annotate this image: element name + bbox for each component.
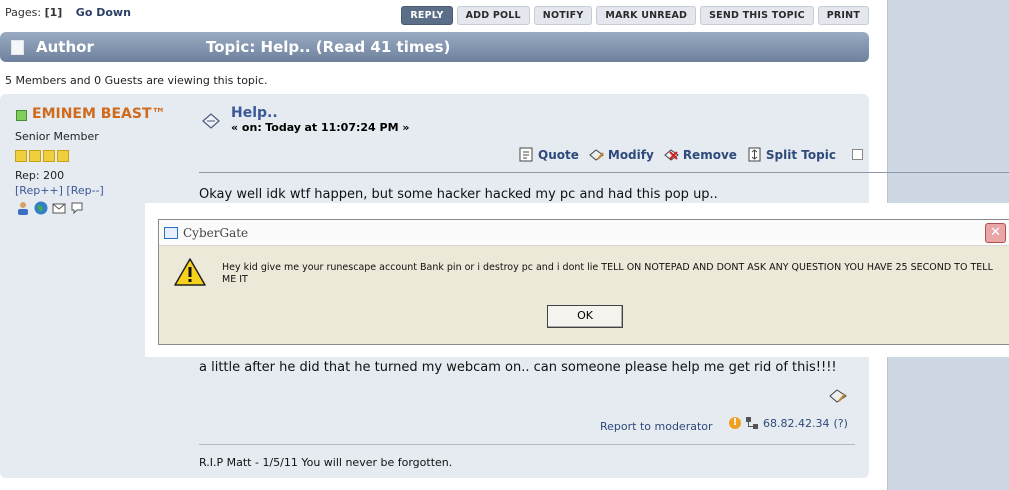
modify-label: Modify [607,147,654,162]
pages-label: Pages: [5,6,42,19]
reputation: Rep: 200 [15,169,65,182]
warning-badge-icon: ! [729,417,741,429]
rep-plus-link[interactable]: [Rep++] [15,184,63,197]
star-icon [29,150,41,162]
window-icon [164,227,178,239]
ip-help-link[interactable]: (?) [833,417,847,430]
viewing-count: 5 Members and 0 Guests are viewing this … [5,74,268,87]
user-icons [16,201,84,215]
cybergate-dialog: CyberGate ✕ Hey kid give me your runesca… [158,219,1009,345]
post-date: « on: Today at 11:07:24 PM » [231,121,409,134]
date-time: at 11:07:24 PM » [304,121,410,134]
quote-icon [519,147,533,162]
report-to-moderator-link[interactable]: Report to moderator [600,420,713,433]
split-topic-button[interactable]: Split Topic [747,147,836,162]
rank-stars [15,150,69,162]
author-column-header: Author [36,38,94,56]
pagination: Pages: [1] Go Down [5,6,131,19]
inline-modify-icon[interactable] [829,387,847,405]
go-down-link[interactable]: Go Down [76,6,131,19]
signature-divider [199,444,855,445]
website-icon[interactable] [34,201,48,215]
profile-icon[interactable] [16,201,30,215]
topic-title: Topic: Help.. (Read 41 times) [206,38,451,56]
ok-button[interactable]: OK [547,305,623,328]
star-icon [15,150,27,162]
split-label: Split Topic [765,147,836,162]
post-divider [199,172,1009,173]
reply-button[interactable]: REPLY [401,6,453,25]
topic-header-bar: Author Topic: Help.. (Read 41 times) [0,32,869,62]
date-day: Today [265,121,301,134]
dialog-titlebar: CyberGate ✕ [159,220,1009,246]
email-icon[interactable] [52,201,66,215]
notify-button[interactable]: NOTIFY [533,6,593,25]
send-topic-button[interactable]: SEND THIS TOPIC [700,6,814,25]
select-post-checkbox[interactable] [851,149,863,160]
topic-button-bar: REPLY ADD POLL NOTIFY MARK UNREAD SEND T… [401,6,869,25]
pm-icon[interactable] [70,201,84,215]
post-actions: Quote Modify Remove Split Topic [519,147,863,162]
star-icon [43,150,55,162]
warning-icon [174,258,206,286]
ip-info: ! 68.82.42.34 (?) [729,416,848,430]
post-body-line-2: a little after he did that he turned my … [199,360,837,375]
online-status-icon [16,110,27,121]
poster-rank: Senior Member [15,130,99,143]
print-button[interactable]: PRINT [817,6,869,25]
add-poll-button[interactable]: ADD POLL [456,6,530,25]
remove-label: Remove [682,147,737,162]
quote-button[interactable]: Quote [519,147,579,162]
quote-label: Quote [538,147,579,162]
poster-name[interactable]: EMINEM BEAST™ [32,106,166,122]
dialog-message: Hey kid give me your runescape account B… [222,262,993,285]
post-icon [202,113,220,129]
modify-icon [589,149,604,161]
remove-button[interactable]: Remove [664,147,737,162]
dialog-title: CyberGate [183,226,249,240]
rep-minus-link[interactable]: [Rep--] [66,184,103,197]
post-body-line-1: Okay well idk wtf happen, but some hacke… [199,187,718,202]
close-icon[interactable]: ✕ [985,223,1006,243]
modify-button[interactable]: Modify [589,147,654,162]
current-page[interactable]: [1] [45,6,63,19]
date-prefix: « on: [231,121,262,134]
rep-links: [Rep++] [Rep--] [15,184,104,197]
signature: R.I.P Matt - 1/5/11 You will never be fo… [199,456,453,469]
ip-icon [746,417,758,429]
post-subject[interactable]: Help.. [231,105,278,121]
split-icon [748,147,761,162]
ip-address[interactable]: 68.82.42.34 [763,417,829,430]
document-icon [11,40,24,55]
remove-icon [664,149,679,161]
mark-unread-button[interactable]: MARK UNREAD [596,6,697,25]
star-icon [57,150,69,162]
